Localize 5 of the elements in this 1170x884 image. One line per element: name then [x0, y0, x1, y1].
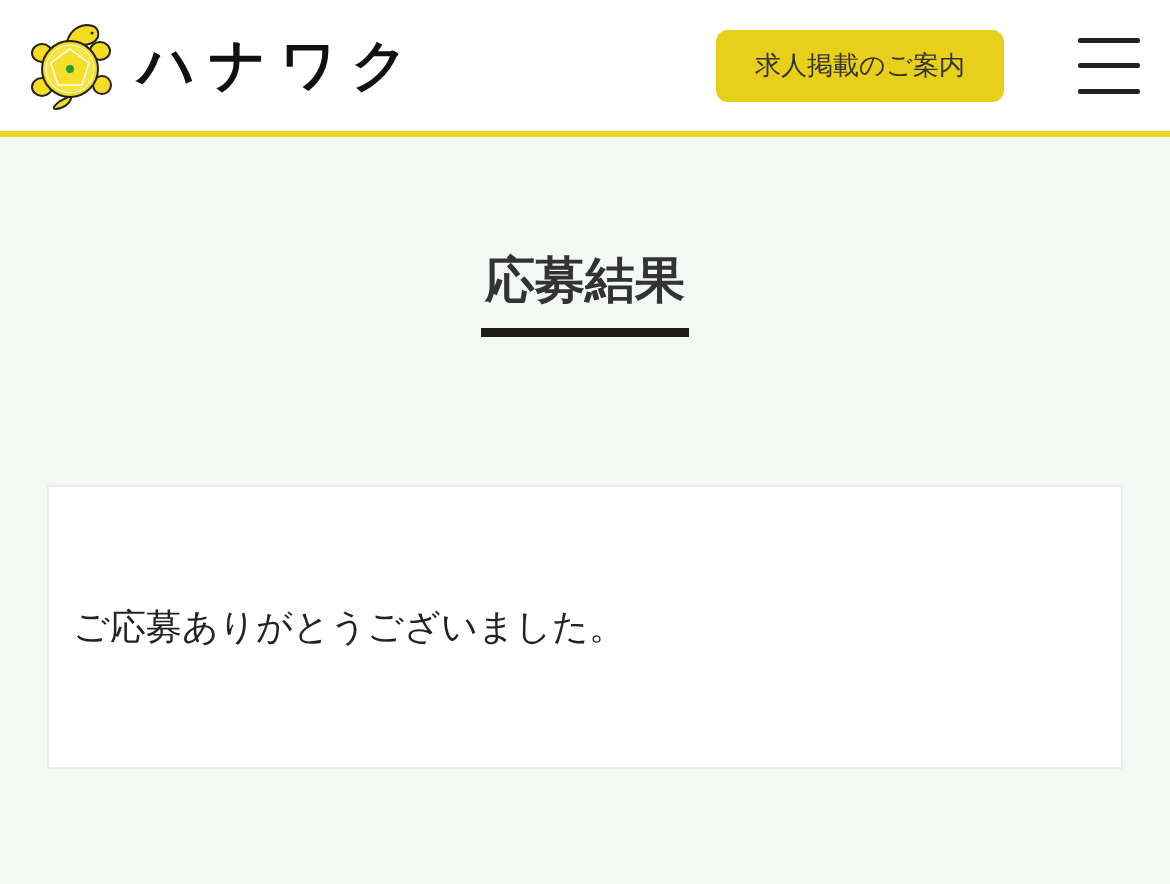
logo-text: ハナワク — [138, 30, 422, 99]
job-posting-info-button[interactable]: 求人掲載のご案内 — [716, 29, 1004, 102]
menu-icon[interactable] — [1078, 37, 1140, 94]
thank-you-message: ご応募ありがとうございました。 — [73, 604, 625, 649]
page-title: 応募結果 — [481, 247, 689, 337]
